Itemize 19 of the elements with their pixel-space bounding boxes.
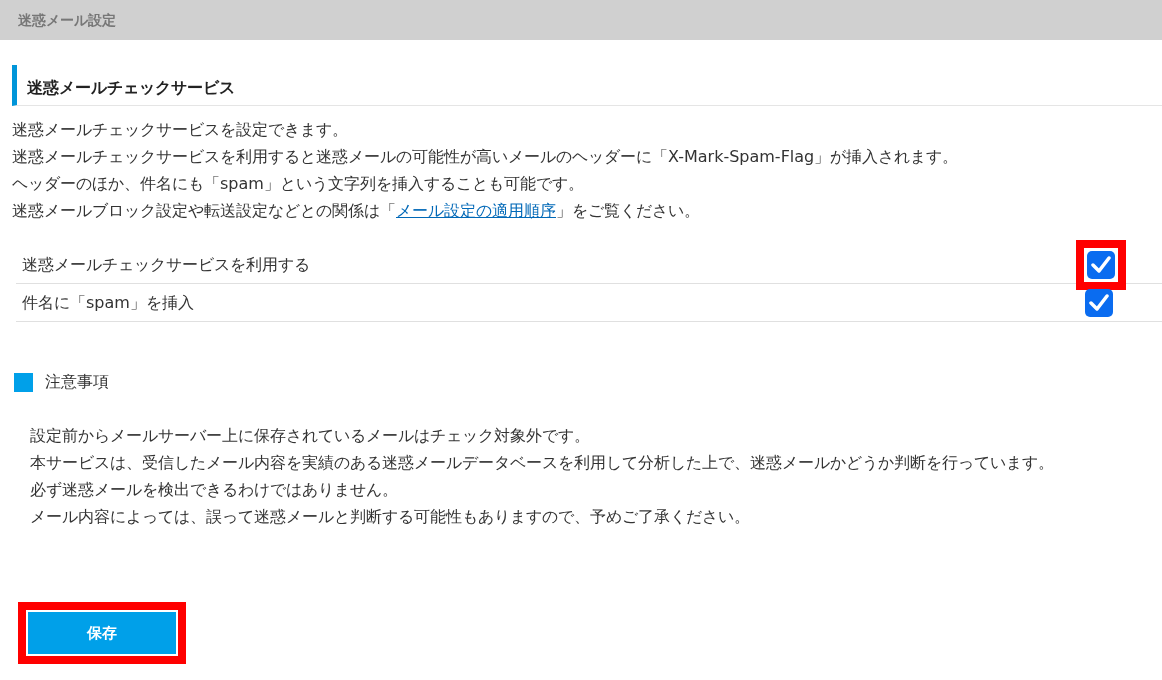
option-label: 迷惑メールチェックサービスを利用する	[22, 253, 310, 276]
option-label: 件名に「spam」を挿入	[22, 291, 194, 314]
description-text: 迷惑メールチェックサービスを設定できます。	[12, 119, 349, 141]
notice-text: メール内容によっては、誤って迷惑メールと判断する可能性もありますので、予めご了承ください。	[30, 506, 751, 528]
page-title: 迷惑メール設定	[18, 10, 116, 30]
square-bullet-icon	[14, 372, 33, 392]
notice-text: 必ず迷惑メールを検出できるわけではありません。	[30, 479, 399, 501]
checkmark-icon	[1091, 256, 1111, 274]
order-link[interactable]: メール設定の適用順序	[396, 201, 556, 220]
section-heading: 迷惑メールチェックサービス	[12, 65, 1162, 106]
checkmark-icon	[1089, 294, 1109, 312]
description-text: ヘッダーのほか、件名にも「spam」という文字列を挿入することも可能です。	[12, 173, 585, 195]
notes-heading: 注意事項	[45, 371, 109, 393]
description-text: 迷惑メールブロック設定や転送設定などとの関係は「メール設定の適用順序」をご覧ください。	[12, 200, 701, 222]
checkbox[interactable]	[1085, 289, 1113, 317]
notice-text: 設定前からメールサーバー上に保存されているメールはチェック対象外です。	[30, 425, 591, 447]
checkbox[interactable]	[1087, 251, 1115, 279]
description-text: 迷惑メールチェックサービスを利用すると迷惑メールの可能性が高いメールのヘッダーに「X-Mark-Spam-Flag」が挿入されます。	[12, 146, 960, 168]
notice-text: 本サービスは、受信したメール内容を実績のある迷惑メールデータベースを利用して分析した上で、迷惑メールかどうか判断を行っています。	[30, 452, 1055, 474]
